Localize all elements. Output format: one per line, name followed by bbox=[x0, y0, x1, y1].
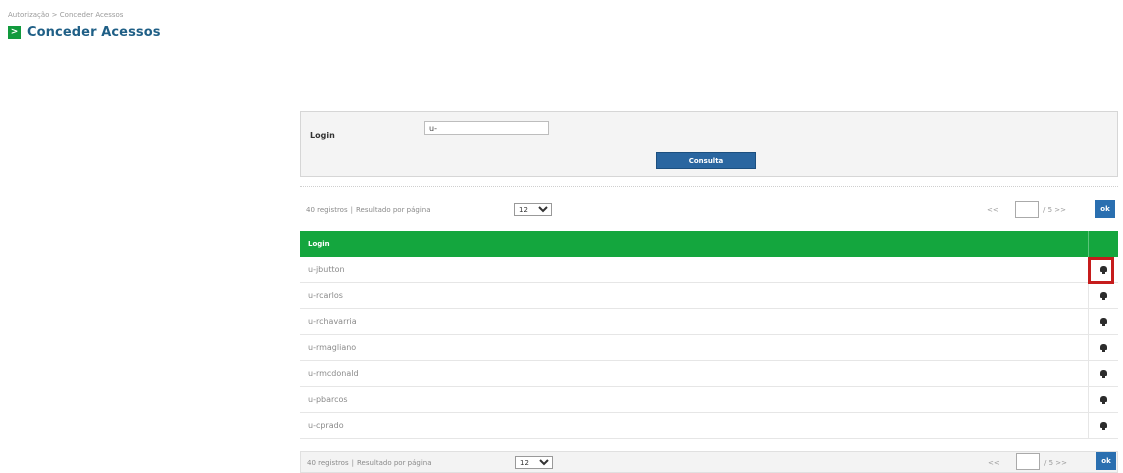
page-number-input[interactable] bbox=[1016, 453, 1040, 470]
pager-info: 40 registros | Resultado por página bbox=[306, 206, 431, 214]
pager-bottom: 40 registros | Resultado por página 12 << … bbox=[300, 451, 1118, 473]
search-panel: Login Consulta bbox=[300, 111, 1118, 177]
page-number-input[interactable] bbox=[1015, 201, 1039, 218]
page-title: Conceder Acessos bbox=[27, 25, 161, 40]
login-cell: u-rchavarria bbox=[308, 317, 357, 326]
grant-access-cell[interactable] bbox=[1088, 283, 1119, 308]
per-page-select[interactable]: 12 bbox=[515, 456, 553, 469]
login-cell: u-cprado bbox=[308, 421, 344, 430]
table-row[interactable]: u-rcarlos bbox=[300, 283, 1118, 309]
table-row[interactable]: u-rmagliano bbox=[300, 335, 1118, 361]
grant-access-cell[interactable] bbox=[1088, 361, 1119, 386]
table-row[interactable]: u-pbarcos bbox=[300, 387, 1118, 413]
login-label: Login bbox=[310, 131, 335, 140]
table-row[interactable]: u-rchavarria bbox=[300, 309, 1118, 335]
pager-top: 40 registros | Resultado por página 12 << … bbox=[300, 199, 1118, 221]
grant-access-cell[interactable] bbox=[1088, 413, 1119, 438]
pager-separator: | bbox=[350, 206, 353, 214]
column-header-login: Login bbox=[308, 240, 330, 248]
arrow-right-square-icon: > bbox=[8, 26, 21, 39]
per-page-label: Resultado por página bbox=[356, 459, 432, 467]
per-page-select[interactable]: 12 bbox=[514, 203, 552, 216]
login-cell: u-rmagliano bbox=[308, 343, 357, 352]
go-page-button[interactable]: ok bbox=[1096, 452, 1116, 470]
grant-access-icon[interactable] bbox=[1100, 370, 1107, 378]
grant-access-icon[interactable] bbox=[1100, 422, 1107, 430]
login-cell: u-jbutton bbox=[308, 265, 345, 274]
consulta-button[interactable]: Consulta bbox=[656, 152, 756, 169]
breadcrumb: Autorização > Conceder Acessos bbox=[8, 11, 124, 19]
divider bbox=[300, 186, 1118, 187]
grant-access-icon[interactable] bbox=[1100, 318, 1107, 326]
grant-access-cell[interactable] bbox=[1088, 387, 1119, 412]
records-count: 40 registros bbox=[306, 206, 348, 214]
go-page-button[interactable]: ok bbox=[1095, 200, 1115, 218]
login-search-input[interactable] bbox=[424, 121, 549, 135]
table-row[interactable]: u-rmcdonald bbox=[300, 361, 1118, 387]
pager-info: 40 registros | Resultado por página bbox=[307, 459, 432, 467]
prev-page-link[interactable]: << bbox=[987, 206, 999, 214]
login-cell: u-rcarlos bbox=[308, 291, 343, 300]
total-pages[interactable]: / 5 >> bbox=[1043, 206, 1066, 214]
header-cell-login[interactable]: Login bbox=[300, 231, 1089, 257]
grant-access-icon[interactable] bbox=[1100, 396, 1107, 404]
page-header: > Conceder Acessos bbox=[8, 25, 161, 40]
login-cell: u-rmcdonald bbox=[308, 369, 359, 378]
per-page-label: Resultado por página bbox=[355, 206, 431, 214]
prev-page-link[interactable]: << bbox=[988, 459, 1000, 467]
grant-access-cell[interactable] bbox=[1088, 309, 1119, 334]
grant-access-icon[interactable] bbox=[1100, 344, 1107, 352]
table-row[interactable]: u-jbutton bbox=[300, 257, 1118, 283]
pager-separator: | bbox=[351, 459, 354, 467]
grant-access-cell[interactable] bbox=[1088, 335, 1119, 360]
records-count: 40 registros bbox=[307, 459, 349, 467]
login-cell: u-pbarcos bbox=[308, 395, 348, 404]
table-header: Login bbox=[300, 231, 1118, 257]
table-row[interactable]: u-cprado bbox=[300, 413, 1118, 439]
highlight-box bbox=[1088, 257, 1114, 284]
total-pages[interactable]: / 5 >> bbox=[1044, 459, 1067, 467]
grant-access-icon[interactable] bbox=[1100, 292, 1107, 300]
